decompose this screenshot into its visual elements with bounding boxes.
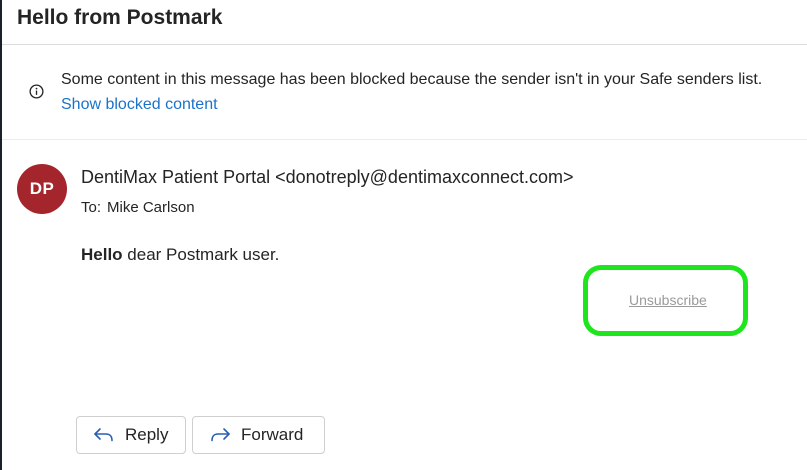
info-icon	[29, 84, 44, 99]
sender-name[interactable]: DentiMax Patient Portal <donotreply@dent…	[81, 167, 574, 188]
reply-label: Reply	[125, 425, 169, 444]
greeting-bold: Hello	[81, 245, 123, 264]
email-body-text: Hello dear Postmark user.	[81, 245, 279, 265]
notice-divider	[2, 139, 807, 140]
forward-label: Forward	[241, 425, 304, 444]
window-frame: Hello from Postmark Some content in this…	[0, 0, 807, 470]
reply-arrow-icon	[94, 428, 113, 442]
sender-avatar[interactable]: DP	[17, 164, 67, 214]
show-blocked-content-link[interactable]: Show blocked content	[61, 96, 218, 114]
to-label: To:	[81, 199, 102, 216]
email-subject: Hello from Postmark	[17, 6, 223, 29]
greeting-rest: dear Postmark user.	[122, 245, 280, 264]
reply-button[interactable]: Reply	[76, 416, 186, 454]
recipient-name[interactable]: Mike Carlson	[107, 199, 195, 216]
header-divider	[2, 44, 807, 45]
recipient-line: To: Mike Carlson	[81, 199, 195, 216]
forward-arrow-icon	[211, 428, 230, 442]
unsubscribe-link[interactable]: Unsubscribe	[629, 292, 707, 308]
forward-button[interactable]: Forward	[192, 416, 325, 454]
reading-pane: Hello from Postmark Some content in this…	[2, 0, 807, 470]
blocked-content-notice: Some content in this message has been bl…	[61, 71, 763, 88]
